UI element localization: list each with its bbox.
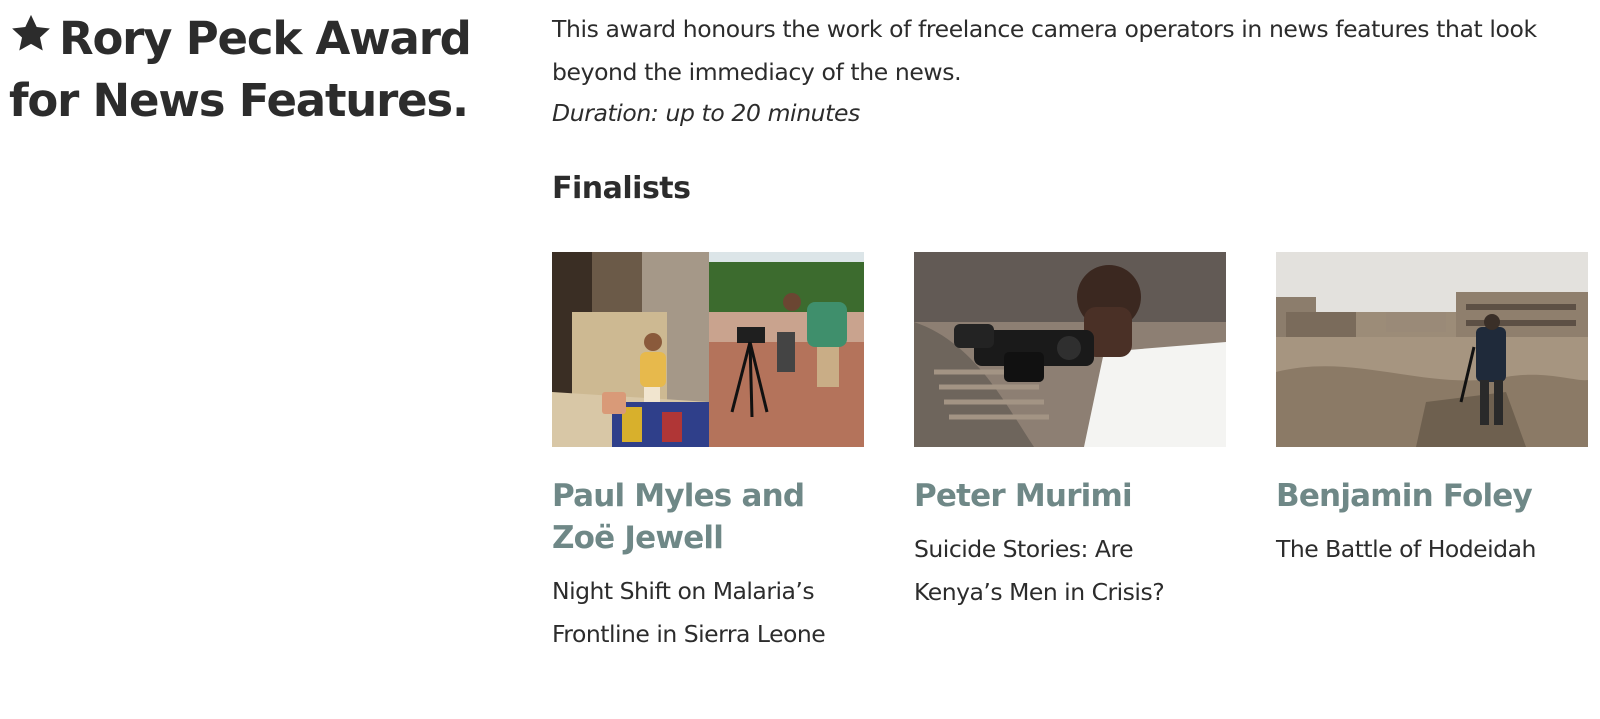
finalist-name[interactable]: Paul Myles and Zoë Jewell — [552, 475, 864, 559]
award-title: Rory Peck Award for News Features. — [9, 12, 472, 127]
finalist-photo-cameraman-portrait[interactable] — [914, 252, 1226, 447]
finalist-photo-camera-crew-sierra-leone[interactable] — [552, 252, 864, 447]
finalist-card-peter-murimi: Peter Murimi Suicide Stories: Are Kenya’… — [914, 252, 1226, 614]
finalist-film-title: The Battle of Hodeidah — [1276, 535, 1536, 563]
finalist-name[interactable]: Benjamin Foley — [1276, 475, 1588, 517]
finalist-card-benjamin-foley: Benjamin Foley The Battle of Hodeidah — [1276, 252, 1588, 571]
finalist-film-title: Night Shift on Malaria’s Frontline in Si… — [552, 577, 826, 648]
star-icon — [12, 14, 50, 51]
award-description: This award honours the work of freelance… — [552, 15, 1537, 86]
finalist-card-paul-myles-zoe-jewell: Paul Myles and Zoë Jewell Night Shift on… — [552, 252, 864, 656]
award-title-heading: Rory Peck Award for News Features. — [9, 8, 509, 132]
award-duration: Duration: up to 20 minutes — [552, 99, 860, 127]
finalist-name[interactable]: Peter Murimi — [914, 475, 1226, 517]
finalist-film-title: Suicide Stories: Are Kenya’s Men in Cris… — [914, 535, 1165, 606]
finalist-photo-destroyed-city[interactable] — [1276, 252, 1588, 447]
finalists-heading: Finalists — [552, 171, 691, 206]
